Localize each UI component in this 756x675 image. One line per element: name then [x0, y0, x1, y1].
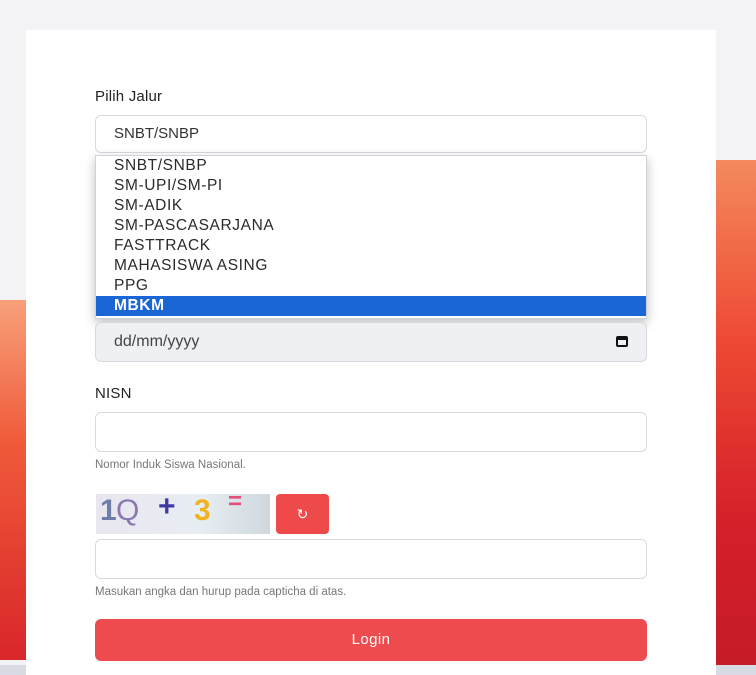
jalur-option-mbkm[interactable]: MBKM [96, 296, 646, 316]
jalur-option-fasttrack[interactable]: FASTTRACK [96, 236, 646, 256]
captcha-char-2: Q [116, 494, 140, 527]
captcha-refresh-button[interactable]: ↻ [276, 494, 329, 534]
captcha-char-3: + [158, 494, 176, 523]
nisn-input[interactable] [95, 412, 647, 452]
jalur-dropdown-list: SNBT/SNBP SM-UPI/SM-PI SM-ADIK SM-PASCAS… [95, 155, 647, 319]
nisn-label: NISN [95, 385, 132, 402]
captcha-char-5: = [228, 494, 243, 515]
jalur-label: Pilih Jalur [95, 88, 163, 105]
captcha-char-4: 3 [194, 494, 211, 527]
captcha-char-1: 1 [100, 494, 117, 527]
login-button[interactable]: Login [95, 619, 647, 661]
jalur-select[interactable]: SNBT/SNBP [95, 115, 647, 153]
jalur-option-snbt-snbp[interactable]: SNBT/SNBP [96, 156, 646, 176]
calendar-icon[interactable] [616, 336, 628, 347]
captcha-help-text: Masukan angka dan hurup pada capticha di… [95, 586, 347, 598]
captcha-input[interactable] [95, 539, 647, 579]
captcha-image: 1 Q + 3 = [96, 494, 270, 534]
jalur-option-mahasiswa-asing[interactable]: MAHASISWA ASING [96, 256, 646, 276]
date-input[interactable]: dd/mm/yyyy [95, 322, 647, 362]
refresh-icon: ↻ [296, 506, 309, 522]
nisn-help-text: Nomor Induk Siswa Nasional. [95, 459, 246, 471]
date-placeholder: dd/mm/yyyy [114, 333, 200, 350]
jalur-option-sm-upi[interactable]: SM-UPI/SM-PI [96, 176, 646, 196]
jalur-option-sm-adik[interactable]: SM-ADIK [96, 196, 646, 216]
jalur-option-sm-pascasarjana[interactable]: SM-PASCASARJANA [96, 216, 646, 236]
jalur-option-ppg[interactable]: PPG [96, 276, 646, 296]
